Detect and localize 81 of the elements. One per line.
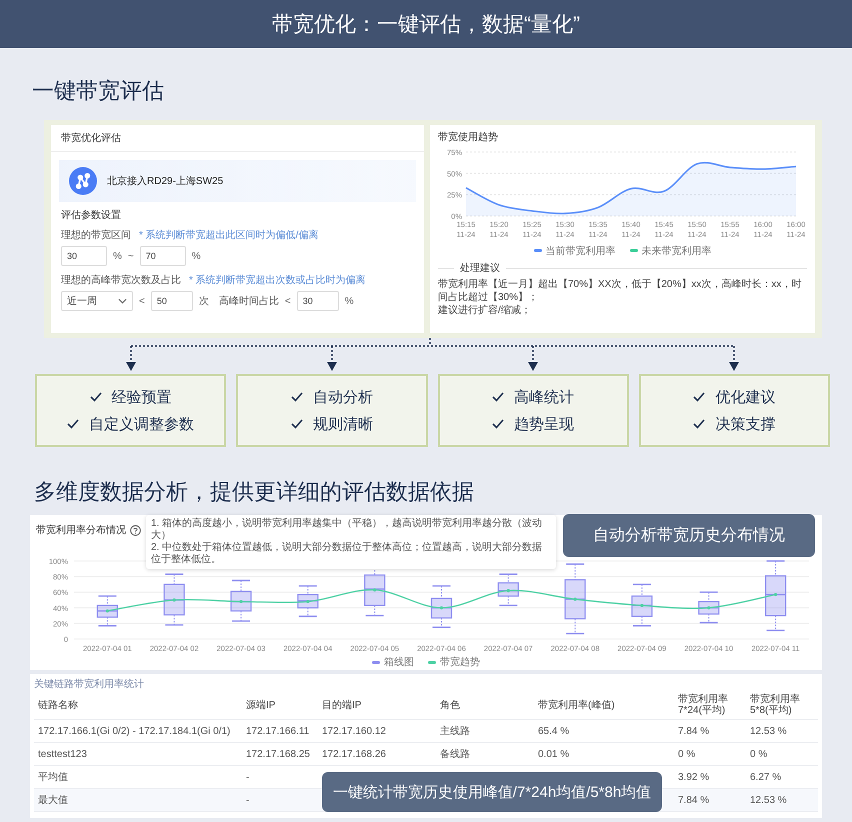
nodes-icon xyxy=(69,167,97,195)
input-field[interactable]: 70 xyxy=(140,246,186,266)
check-icon xyxy=(290,419,303,429)
link-name: 北京接入RD29-上海SW25 xyxy=(107,174,224,188)
card-title: 带宽优化评估 xyxy=(51,125,424,152)
section-heading: 多维度数据分析，提供更详细的评估数据依据 xyxy=(34,478,475,506)
callout-label: 一键统计带宽历史使用峰值/7*24h均值/5*8h均值 xyxy=(322,772,662,812)
legend-label: 当前带宽利用率 xyxy=(546,244,616,258)
column-header: 源端IP xyxy=(242,691,318,720)
column-header: 带宽利用率5*8(平均) xyxy=(746,691,818,720)
table-cell: 65.4 % xyxy=(534,720,674,742)
check-icon xyxy=(492,392,504,402)
table-cell: 0 % xyxy=(746,742,818,766)
section-heading: 一键带宽评估 xyxy=(32,77,165,105)
table-cell: testtest123 xyxy=(34,742,242,766)
hint-text: * 系统判断带宽超出次数或占比时为偏离 xyxy=(189,274,366,287)
table-cell: 172.17.168.26 xyxy=(318,742,436,766)
section-title: 评估参数设置 xyxy=(61,208,122,222)
column-header: 带宽利用率(峰值) xyxy=(534,691,674,720)
advice-text: 带宽利用率【近一月】超出【70%】XX次，低于【20%】xx次，高峰时长：xx，时间占比超过【30%】； xyxy=(438,278,802,304)
advice-title: 处理建议 xyxy=(460,262,500,275)
table-cell: 7.84 % xyxy=(674,788,746,812)
input-field[interactable]: 30 xyxy=(61,246,107,266)
feature-text: 决策支撑 xyxy=(715,414,776,434)
table-cell: 7.84 % xyxy=(674,720,746,742)
operator-text: < xyxy=(139,296,145,306)
input-field[interactable]: 50 xyxy=(150,291,193,311)
check-icon xyxy=(90,392,102,402)
check-icon xyxy=(693,419,706,429)
table-cell: 12.53 % xyxy=(746,788,818,812)
operator-text: < xyxy=(284,296,291,306)
advice-text: 建议进行扩容/缩减； xyxy=(438,304,532,317)
field-label: 高峰时间占比 xyxy=(218,294,279,308)
field-label: 理想的高峰带宽次数及占比 xyxy=(61,274,181,287)
table-cell: 主线路 xyxy=(436,720,534,742)
unit-label: % xyxy=(344,296,354,306)
feature-text: 高峰统计 xyxy=(514,388,574,406)
tooltip-text: 2. 中位数处于箱体位置越低，说明大部分数据位于整体高位；位置越高，说明大部分数据位于整体低位。 xyxy=(151,542,544,566)
column-header: 链路名称 xyxy=(34,691,242,720)
hint-text: * 系统判断带宽超出此区间时为偏低/偏离 xyxy=(139,228,318,242)
table-title: 关键链路带宽利用率统计 xyxy=(34,678,145,691)
check-icon xyxy=(693,392,706,402)
field-label: 理想的带宽区间 xyxy=(61,228,131,242)
feature-text: 优化建议 xyxy=(715,388,776,406)
table-cell: 0 % xyxy=(674,742,746,766)
table-cell: 172.17.166.1(Gi 0/2) - 172.17.184.1(Gi 0/1) xyxy=(34,720,242,742)
table-cell: 最大值 xyxy=(34,788,242,812)
check-icon xyxy=(290,392,303,402)
separator-text: ~ xyxy=(128,250,134,262)
column-header: 目的端IP xyxy=(318,691,436,720)
unit-label: % xyxy=(192,250,201,262)
feature-text: 经验预置 xyxy=(112,388,172,406)
legend-label: 箱线图 xyxy=(384,656,414,669)
check-icon xyxy=(492,419,504,429)
table-cell: 172.17.168.25 xyxy=(242,742,318,766)
feature-text: 规则清晰 xyxy=(312,414,373,434)
input-field[interactable]: 30 xyxy=(296,291,339,311)
table-cell: 0.01 % xyxy=(534,742,674,766)
period-select[interactable]: 近一周 xyxy=(61,291,133,311)
help-icon[interactable] xyxy=(130,524,141,536)
legend-label: 未来带宽利用率 xyxy=(642,244,712,258)
tooltip-text: 1. 箱体的高度越小，说明带宽利用率越集中（平稳），越高说明带宽利用率越分散（波动大） xyxy=(151,518,544,542)
chevron-down-icon xyxy=(118,298,127,304)
table-cell: 12.53 % xyxy=(746,720,818,742)
table-cell: 172.17.166.11 xyxy=(242,720,318,742)
card-title: 带宽利用率分布情况 xyxy=(36,524,126,537)
unit-label: 次 xyxy=(198,295,209,308)
card-title: 带宽使用趋势 xyxy=(438,130,499,144)
feature-text: 趋势呈现 xyxy=(514,414,574,434)
unit-label: % xyxy=(113,250,122,262)
table-cell: 172.17.160.12 xyxy=(318,720,436,742)
feature-text: 自动分析 xyxy=(312,388,373,406)
legend-label: 带宽趋势 xyxy=(440,656,480,669)
column-header: 角色 xyxy=(436,691,534,720)
table-cell: 备线路 xyxy=(436,742,534,766)
page-title: 带宽优化：一键评估，数据“量化” xyxy=(0,0,852,48)
callout-label: 自动分析带宽历史分布情况 xyxy=(563,514,815,557)
feature-text: 自定义调整参数 xyxy=(89,414,194,434)
column-header: 带宽利用率7*24(平均) xyxy=(674,691,746,720)
check-icon xyxy=(67,419,80,429)
table-cell: - xyxy=(242,788,318,812)
